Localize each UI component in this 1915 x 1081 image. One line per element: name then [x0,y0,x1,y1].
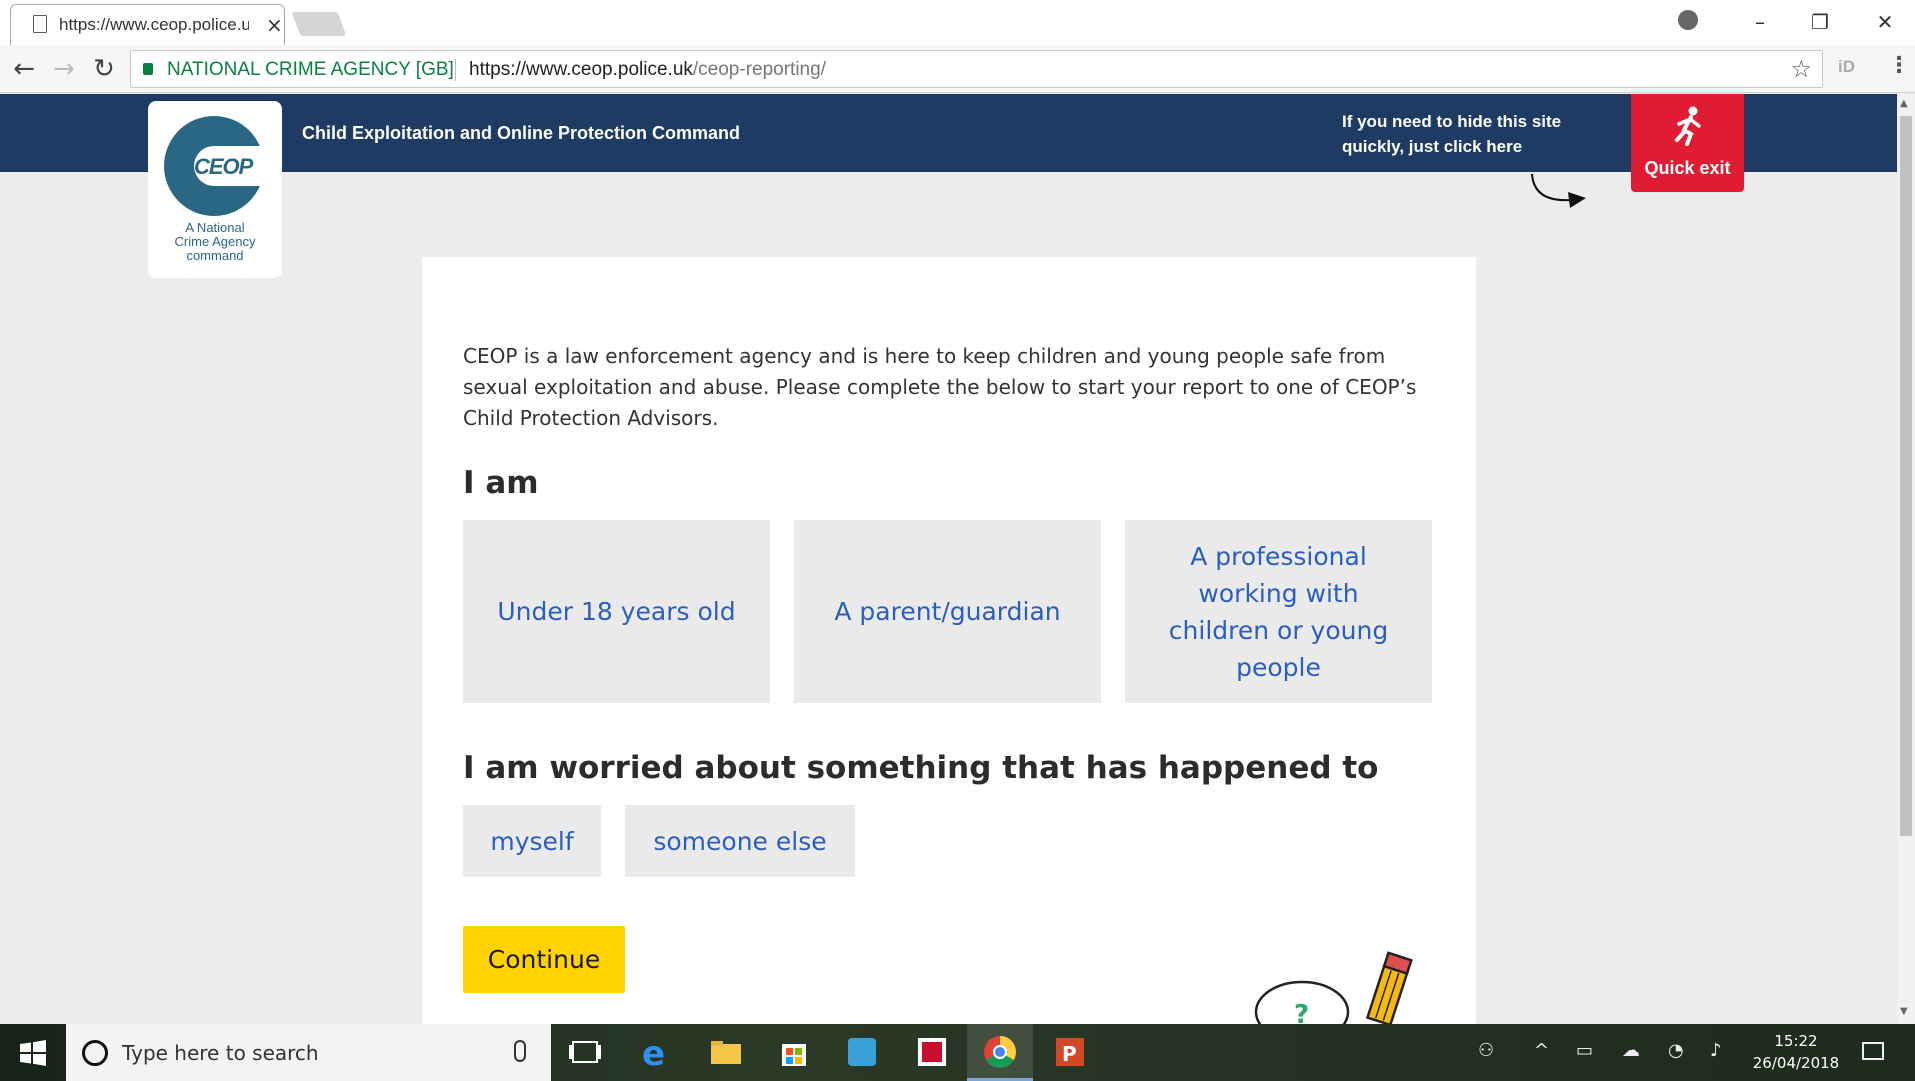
browser-toolbar: ← → ↻ NATIONAL CRIME AGENCY [GB] https:/… [0,45,1915,93]
logo-subtitle-line: command [186,248,244,263]
new-tab-button[interactable] [291,12,347,36]
logo-subtitle-line: A National [185,220,245,235]
battery-icon[interactable]: ▭ [1576,1040,1593,1061]
url-host: https://www.ceop.police.uk [469,59,693,80]
onedrive-cloud-icon[interactable]: ☁ [1622,1040,1640,1061]
profile-icon[interactable] [1678,10,1698,30]
address-bar[interactable]: NATIONAL CRIME AGENCY [GB] https://www.c… [130,50,1823,88]
quick-exit-label: Quick exit [1644,158,1731,178]
forward-button[interactable]: → [48,53,80,85]
worried-heading: I am worried about something that has ha… [463,750,1379,786]
app-icon-blue[interactable] [842,1032,882,1072]
windows-start-icon[interactable] [20,1040,46,1066]
running-person-icon [1675,106,1701,146]
microphone-icon[interactable] [514,1040,526,1062]
volume-icon[interactable]: ♪ [1710,1040,1722,1061]
chrome-icon[interactable] [980,1032,1020,1072]
extension-icon[interactable]: iD [1838,57,1855,77]
site-identity[interactable]: NATIONAL CRIME AGENCY [GB] [167,59,454,81]
option-myself[interactable]: myself [463,805,601,877]
lovefilm-icon[interactable] [912,1032,952,1072]
restore-button[interactable]: ❐ [1790,4,1850,40]
powerpoint-icon[interactable]: P [1050,1032,1090,1072]
show-hidden-icons-icon[interactable]: ^ [1534,1040,1549,1061]
continue-button[interactable]: Continue [463,926,625,993]
taskbar-search-placeholder: Type here to search [122,1041,319,1065]
option-professional[interactable]: A professional working with children or … [1125,520,1432,703]
option-parent-guardian[interactable]: A parent/guardian [794,520,1101,703]
divider [455,59,456,81]
browser-tab[interactable]: https://www.ceop.police.uk/ceop-reportin… [10,4,285,45]
curved-arrow-icon [1531,173,1586,208]
svg-text:?: ? [1294,1000,1309,1027]
wifi-icon[interactable]: ◔ [1668,1040,1684,1061]
browser-tab-strip: https://www.ceop.police.uk/ceop-reportin… [0,0,1915,45]
cortana-icon [82,1040,108,1066]
action-center-icon[interactable] [1862,1042,1884,1060]
ceop-logo[interactable]: CEOP A National Crime Agency command [148,101,282,278]
logo-subtitle-line: Crime Agency [174,234,256,249]
site-title: Child Exploitation and Online Protection… [302,123,741,143]
svg-text:P: P [1062,1042,1077,1066]
site-header [0,94,1897,172]
scroll-thumb[interactable] [1900,116,1912,836]
page-scrollbar[interactable]: ▲ ▼ [1897,94,1915,1024]
scroll-up-arrow-icon[interactable]: ▲ [1900,98,1908,109]
clock-date: 26/04/2018 [1752,1054,1840,1072]
quick-exit-button[interactable]: Quick exit [1631,94,1744,192]
close-window-button[interactable]: ✕ [1855,4,1915,40]
page-icon [33,15,47,33]
edge-browser-icon[interactable]: e [636,1032,676,1072]
pencil-and-speech-bubble-illustration: ? [1254,951,1413,1027]
tab-close-icon[interactable]: × [266,13,283,37]
logo-subtitle: A National Crime Agency command [148,221,282,263]
lock-icon [143,63,153,75]
option-someone-else[interactable]: someone else [625,805,855,877]
logo-emblem: CEOP [164,116,264,216]
svg-text:e: e [642,1034,665,1072]
taskbar-search[interactable]: Type here to search [66,1024,551,1081]
task-view-icon[interactable] [565,1032,605,1072]
taskbar-clock[interactable]: 15:22 26/04/2018 [1748,1030,1844,1074]
report-form-card: CEOP is a law enforcement agency and is … [422,257,1476,1027]
reload-button[interactable]: ↻ [88,53,120,85]
hide-site-note: If you need to hide this site quickly, j… [1342,112,1562,156]
bookmark-star-icon[interactable]: ☆ [1790,55,1812,83]
windows-taskbar: Type here to search e P ⚇ ^ ▭ ☁ ◔ ♪ 15:2… [0,1024,1915,1081]
url-text[interactable]: https://www.ceop.police.uk/ceop-reportin… [469,59,826,81]
scroll-down-arrow-icon[interactable]: ▼ [1900,1006,1908,1017]
people-icon[interactable]: ⚇ [1478,1040,1494,1061]
intro-text: CEOP is a law enforcement agency and is … [463,344,1417,430]
back-button[interactable]: ← [8,53,40,85]
clock-time: 15:22 [1774,1032,1818,1050]
logo-text: CEOP [194,154,253,179]
minimize-button[interactable]: – [1730,4,1790,40]
browser-menu-icon[interactable]: ⋮ [1888,53,1910,78]
option-under-18[interactable]: Under 18 years old [463,520,770,703]
url-path: /ceop-reporting/ [692,59,826,80]
store-icon[interactable] [774,1032,814,1072]
file-explorer-icon[interactable] [706,1032,746,1072]
tab-title: https://www.ceop.police.uk/ceop-reportin… [59,15,249,34]
i-am-heading: I am [463,465,539,501]
